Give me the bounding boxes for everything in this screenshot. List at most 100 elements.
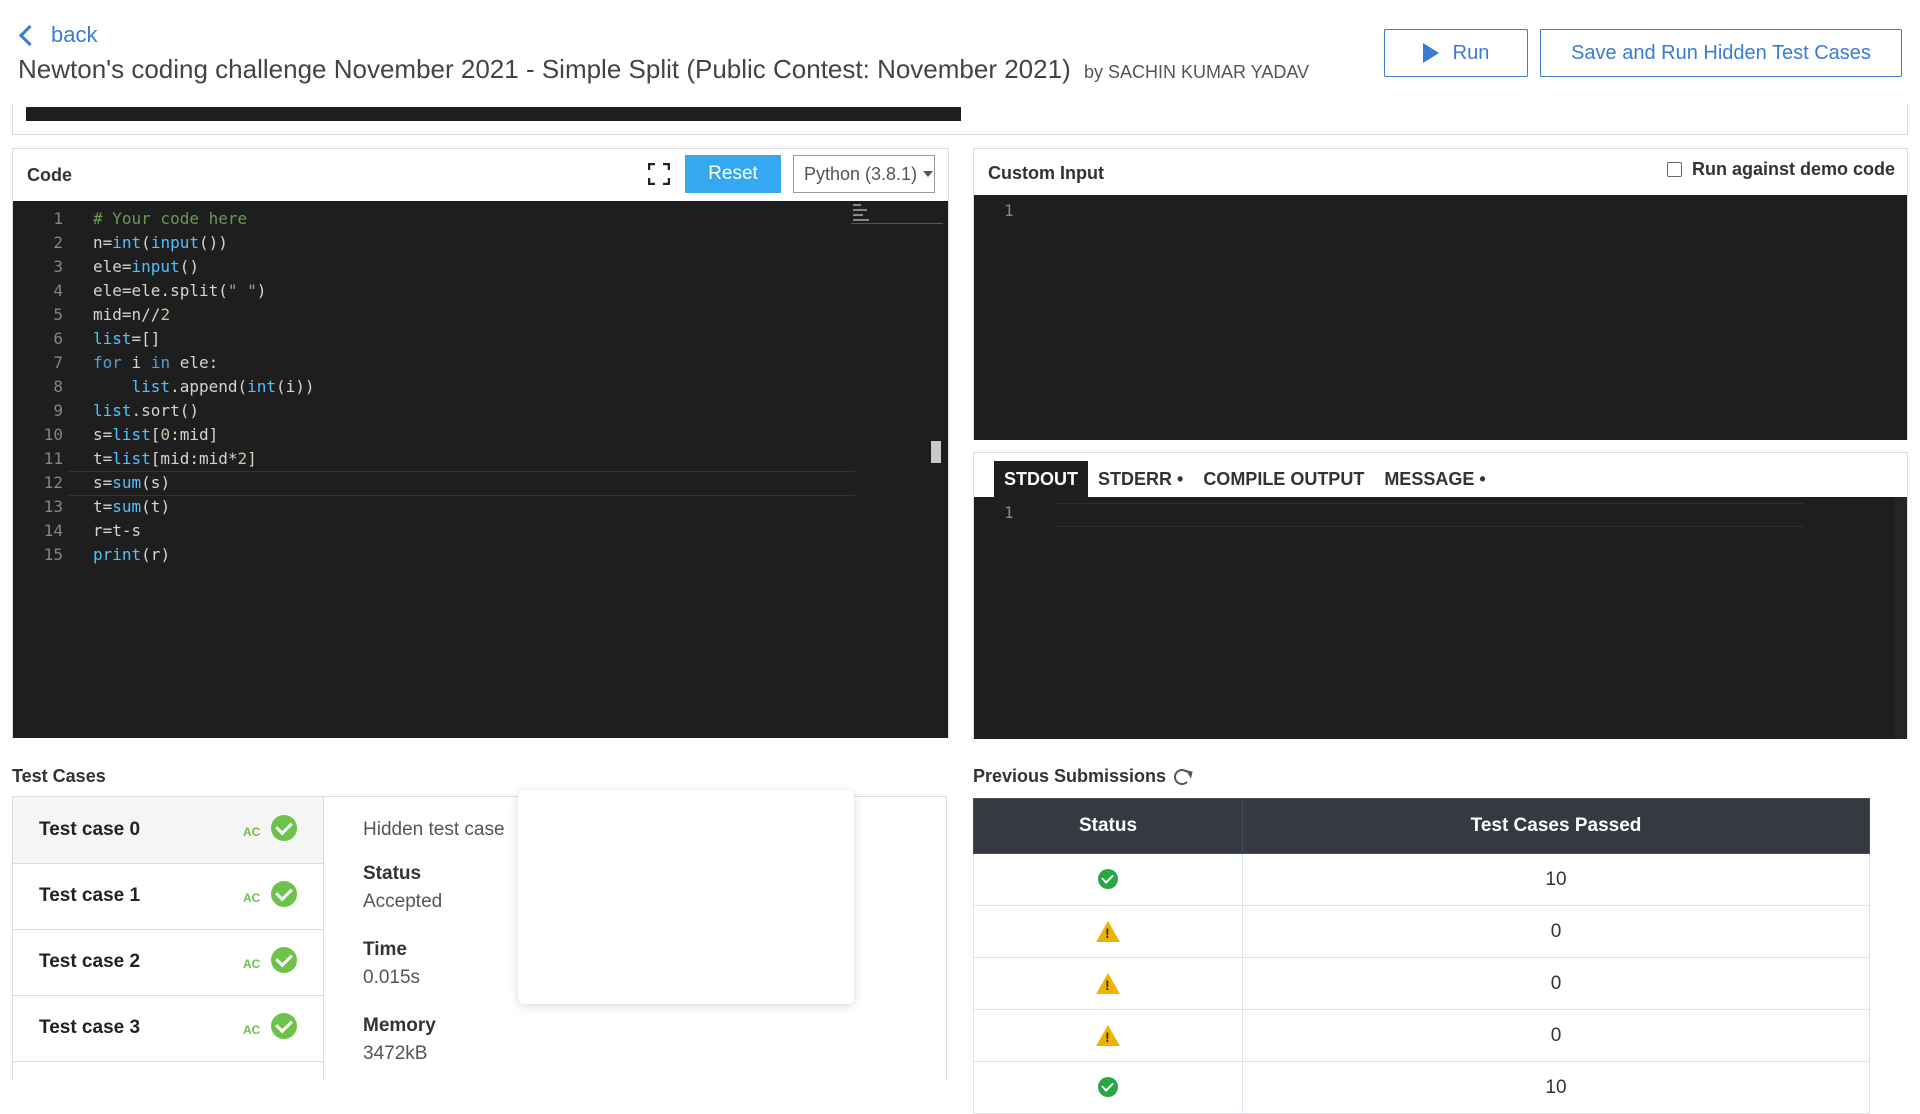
memory-value: 3472kB — [363, 1043, 428, 1064]
column-header: Status — [973, 798, 1243, 854]
table-row[interactable]: 10 — [973, 853, 1870, 906]
line-number: 14 — [43, 521, 63, 540]
passed-count-cell: 0 — [1242, 1009, 1870, 1062]
code-text: ele=input() — [93, 257, 199, 276]
line-number: 6 — [53, 329, 63, 348]
line-number: 2 — [53, 233, 63, 252]
check-circle-icon — [1098, 869, 1118, 890]
code-line: 11 t=list[mid:mid*2] — [13, 447, 843, 470]
status-cell — [973, 1009, 1243, 1062]
test-case-list: Test case 0 AC Test case 1 AC Test case … — [13, 797, 324, 1081]
run-button[interactable]: Run — [1384, 29, 1528, 77]
custom-input-panel: Custom Input Run against demo code 1 — [973, 148, 1908, 440]
test-case-label: Test case 3 — [39, 1017, 141, 1038]
line-number: 13 — [43, 497, 63, 516]
code-text: for i in ele: — [93, 353, 219, 372]
code-line: 4 ele=ele.split(" ") — [13, 279, 843, 302]
save-run-label: Save and Run Hidden Test Cases — [1571, 41, 1871, 64]
back-link[interactable]: back — [18, 20, 97, 50]
check-circle-icon — [271, 815, 297, 841]
status-cell — [973, 905, 1243, 958]
memory-label: Memory — [363, 1015, 436, 1036]
play-icon — [1422, 43, 1439, 63]
passed-count-cell: 0 — [1242, 905, 1870, 958]
code-line: 8 list.append(int(i)) — [13, 375, 843, 398]
run-against-demo-toggle[interactable]: Run against demo code — [1666, 159, 1895, 180]
tab-message[interactable]: MESSAGE • — [1374, 461, 1495, 497]
table-row[interactable]: 0 — [973, 905, 1870, 958]
output-panel: STDOUT STDERR • COMPILE OUTPUT MESSAGE •… — [973, 452, 1908, 739]
table-row[interactable]: 0 — [973, 957, 1870, 1010]
challenge-title: Newton's coding challenge November 2021 … — [18, 54, 1071, 84]
code-editor[interactable]: 1 # Your code here 2 n=int(input()) 3 ele=inp… — [13, 201, 948, 738]
warning-icon — [1096, 1024, 1120, 1046]
ac-badge: AC — [243, 1023, 261, 1037]
test-case-detail: Hidden test case Status Accepted Time 0.… — [363, 819, 505, 1065]
ac-badge: AC — [243, 957, 261, 971]
code-text: list.append(int(i)) — [131, 377, 315, 396]
table-row[interactable]: 10 — [973, 1061, 1870, 1114]
caret-down-icon — [923, 171, 934, 177]
code-line: 6 list=[] — [13, 327, 843, 350]
demo-checkbox[interactable] — [1666, 162, 1682, 177]
output-scrollbar[interactable] — [1895, 497, 1907, 739]
line-number: 10 — [43, 425, 63, 444]
code-text: print(r) — [93, 545, 171, 564]
code-panel-header: Code Reset Python (3.8.1) — [13, 149, 948, 201]
custom-input-header: Custom Input Run against demo code — [974, 149, 1907, 195]
column-header: Test Cases Passed — [1242, 798, 1870, 854]
line-number: 1 — [1004, 201, 1014, 220]
line-number: 7 — [53, 353, 63, 372]
status-cell — [973, 853, 1243, 906]
author-label: by SACHIN KUMAR YADAV — [1083, 62, 1310, 82]
submissions-body: 1000010 — [973, 853, 1870, 1114]
previous-submissions-title: Previous Submissions — [973, 766, 1191, 787]
code-line: 15 print(r) — [13, 543, 843, 566]
line-number: 1 — [53, 209, 63, 228]
refresh-icon[interactable] — [1174, 768, 1191, 785]
output-viewer[interactable]: 1 — [974, 497, 1907, 739]
check-circle-icon — [271, 1013, 297, 1039]
code-text: list.sort() — [93, 401, 199, 420]
editor-scrollbar[interactable] — [931, 441, 941, 463]
test-case-item[interactable]: Test case 3 AC — [13, 995, 323, 1062]
line-number: 4 — [53, 281, 63, 300]
test-case-item[interactable]: Test case 0 AC — [13, 797, 323, 864]
ac-badge: AC — [243, 891, 261, 905]
warning-icon — [1096, 920, 1120, 942]
reset-button[interactable]: Reset — [685, 155, 781, 193]
line-number: 9 — [53, 401, 63, 420]
submissions-table: Status Test Cases Passed 1000010 — [973, 798, 1870, 1114]
back-label: back — [51, 22, 98, 47]
language-select[interactable]: Python (3.8.1) — [793, 155, 935, 193]
code-line: 12 s=sum(s) — [13, 471, 843, 494]
fullscreen-icon[interactable] — [648, 163, 670, 185]
tab-stdout[interactable]: STDOUT — [994, 461, 1088, 497]
code-line: 10 s=list[0:mid] — [13, 423, 843, 446]
tab-compile-output[interactable]: COMPILE OUTPUT — [1193, 461, 1374, 497]
test-case-label: Test case 1 — [39, 885, 141, 906]
test-case-item[interactable]: Test case 2 AC — [13, 929, 323, 996]
code-text: s=list[0:mid] — [93, 425, 219, 444]
table-row[interactable]: 0 — [973, 1009, 1870, 1062]
code-text: r=t-s — [93, 521, 142, 540]
time-label: Time — [363, 939, 408, 960]
code-text: list=[] — [93, 329, 161, 348]
code-text: mid=n//2 — [93, 305, 171, 324]
code-text: n=int(input()) — [93, 233, 228, 252]
test-case-label: Test case 0 — [39, 819, 141, 840]
line-number: 11 — [43, 449, 63, 468]
statement-scroll-bar[interactable] — [26, 107, 961, 121]
code-panel-title: Code — [27, 165, 72, 185]
code-line: 1 # Your code here — [13, 207, 843, 230]
run-label: Run — [1452, 41, 1490, 64]
tab-stderr[interactable]: STDERR • — [1088, 461, 1193, 497]
test-case-label: Test case 2 — [39, 951, 141, 972]
code-minimap[interactable] — [851, 201, 931, 231]
custom-input-editor[interactable]: 1 — [974, 195, 1907, 440]
save-and-run-hidden-tests-button[interactable]: Save and Run Hidden Test Cases — [1540, 29, 1902, 77]
current-line-highlight — [1054, 503, 1804, 527]
test-case-item[interactable]: Test case 1 AC — [13, 863, 323, 930]
custom-input-title: Custom Input — [988, 163, 1104, 183]
line-number: 1 — [1004, 503, 1014, 522]
